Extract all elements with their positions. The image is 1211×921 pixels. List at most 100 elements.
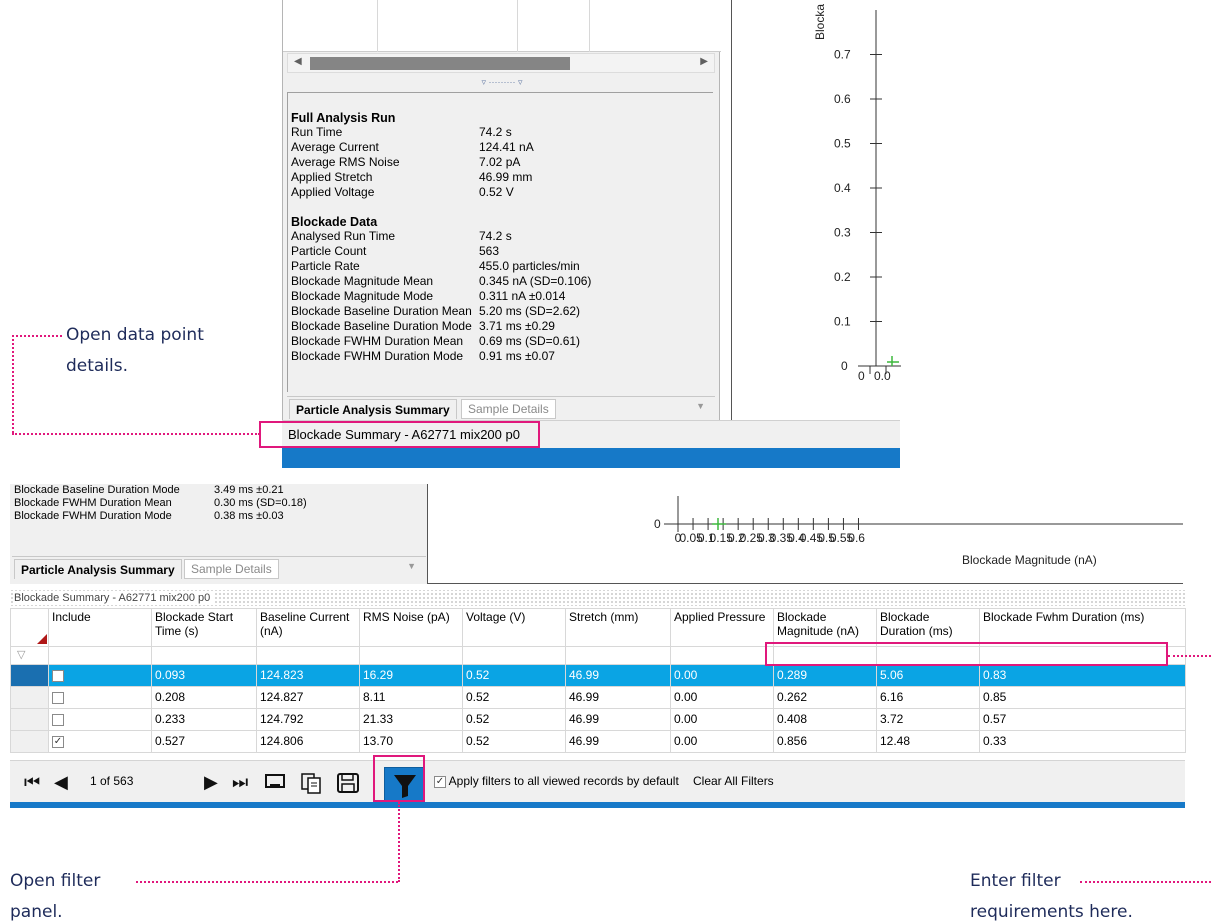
apply-filters-checkbox[interactable]: ✓ Apply filters to all viewed records by… — [434, 774, 679, 788]
horizontal-scrollbar[interactable]: ◀ ▶ — [287, 53, 715, 73]
table-cell[interactable]: 0.52 — [462, 686, 566, 709]
next-record-icon[interactable]: ▶ — [204, 772, 218, 792]
filter-input-cell[interactable] — [565, 646, 671, 665]
checkbox-icon[interactable] — [52, 669, 64, 682]
tab-particle-analysis-summary[interactable]: Particle Analysis Summary — [14, 559, 182, 579]
table-cell[interactable]: 0.00 — [670, 664, 774, 687]
table-cell[interactable]: 0.233 — [151, 708, 257, 731]
column-header[interactable]: Stretch (mm) — [565, 608, 671, 647]
summary-row: Blockade Baseline Duration Mean 5.20 ms (… — [291, 304, 713, 319]
column-header[interactable]: Blockade Duration (ms) — [876, 608, 980, 647]
table-cell[interactable]: 0.52 — [462, 730, 566, 753]
table-cell[interactable]: 0.208 — [151, 686, 257, 709]
include-cell[interactable] — [48, 708, 152, 731]
column-header[interactable]: Blockade Fwhm Duration (ms) — [979, 608, 1186, 647]
table-cell[interactable]: 0.00 — [670, 708, 774, 731]
table-cell[interactable]: 124.792 — [256, 708, 360, 731]
table-cell[interactable]: 12.48 — [876, 730, 980, 753]
table-cell[interactable]: 0.289 — [773, 664, 877, 687]
summary-row: Blockade Magnitude Mean 0.345 nA (SD=0.10… — [291, 274, 713, 289]
table-cell[interactable]: 0.83 — [979, 664, 1186, 687]
last-record-icon[interactable]: ⏭ — [232, 772, 248, 792]
table-cell[interactable]: 21.33 — [359, 708, 463, 731]
previous-record-icon[interactable]: ◀ — [54, 772, 68, 792]
summary-value: 46.99 mm — [479, 170, 533, 184]
filter-input-cell[interactable] — [670, 646, 774, 665]
tab-sample-details[interactable]: Sample Details — [461, 399, 556, 419]
chevron-down-icon[interactable]: ▼ — [696, 401, 705, 411]
table-row[interactable]: ✓ 0.527 124.806 13.70 0.52 46.99 0.00 0.856 12.4… — [10, 730, 1186, 753]
table-row[interactable]: 0.233 124.792 21.33 0.52 46.99 0.00 0.408 3.72 0… — [10, 708, 1186, 731]
table-cell[interactable]: 0.52 — [462, 708, 566, 731]
table-cell[interactable]: 0.093 — [151, 664, 257, 687]
callout-open-filter: Open filter panel. — [10, 871, 101, 921]
table-cell[interactable]: 5.06 — [876, 664, 980, 687]
table-row[interactable]: 0.093 124.823 16.29 0.52 46.99 0.00 0.289 5.06 0… — [10, 664, 1186, 687]
column-header[interactable]: Blockade Magnitude (nA) — [773, 608, 877, 647]
column-header[interactable]: Baseline Current (nA) — [256, 608, 360, 647]
column-header[interactable]: Voltage (V) — [462, 608, 566, 647]
table-cell[interactable]: 46.99 — [565, 708, 671, 731]
summary-value: 0.311 nA ±0.014 — [479, 289, 566, 303]
include-cell[interactable] — [48, 686, 152, 709]
table-cell[interactable]: 46.99 — [565, 730, 671, 753]
include-cell[interactable] — [48, 664, 152, 687]
table-cell[interactable]: 16.29 — [359, 664, 463, 687]
column-header[interactable]: Applied Pressure — [670, 608, 774, 647]
table-cell[interactable]: 0.408 — [773, 708, 877, 731]
highlight-status-box — [259, 421, 540, 448]
chevron-down-icon[interactable]: ▼ — [407, 561, 416, 571]
table-cell[interactable]: 0.57 — [979, 708, 1186, 731]
bottom-chart-xlabel: Blockade Magnitude (nA) — [962, 553, 1097, 567]
callout-line — [398, 802, 400, 882]
table-cell[interactable]: 13.70 — [359, 730, 463, 753]
tab-sample-details[interactable]: Sample Details — [184, 559, 279, 579]
row-indicator[interactable] — [10, 664, 49, 687]
checkbox-checked-icon[interactable]: ✓ — [52, 735, 64, 748]
copy-icon[interactable] — [300, 772, 322, 798]
details-view-icon[interactable] — [264, 772, 286, 796]
clear-all-filters-link[interactable]: Clear All Filters — [693, 774, 774, 788]
table-cell[interactable]: 0.527 — [151, 730, 257, 753]
splitter-handle[interactable]: ▿ ········· ▿ — [283, 74, 721, 90]
checkbox-icon[interactable] — [52, 713, 64, 726]
table-cell[interactable]: 0.262 — [773, 686, 877, 709]
table-cell[interactable]: 46.99 — [565, 664, 671, 687]
checkbox-icon[interactable] — [52, 691, 64, 704]
table-cell[interactable]: 0.856 — [773, 730, 877, 753]
table-cell[interactable]: 0.52 — [462, 664, 566, 687]
table-cell[interactable]: 0.00 — [670, 730, 774, 753]
first-record-icon[interactable]: ⏮ — [24, 772, 40, 792]
table-cell[interactable]: 8.11 — [359, 686, 463, 709]
table-cell[interactable]: 3.72 — [876, 708, 980, 731]
filter-input-cell[interactable] — [151, 646, 257, 665]
filter-input-cell[interactable] — [256, 646, 360, 665]
scroll-thumb[interactable] — [310, 57, 570, 70]
column-header[interactable]: Include — [48, 608, 152, 647]
table-row[interactable]: 0.208 124.827 8.11 0.52 46.99 0.00 0.262 6.16 0.… — [10, 686, 1186, 709]
table-cell[interactable]: 124.827 — [256, 686, 360, 709]
scroll-left-icon[interactable]: ◀ — [294, 56, 302, 67]
column-header[interactable]: RMS Noise (pA) — [359, 608, 463, 647]
row-indicator[interactable] — [10, 708, 49, 731]
include-cell[interactable]: ✓ — [48, 730, 152, 753]
summary-row: Average Current 124.41 nA — [291, 140, 713, 155]
scroll-right-icon[interactable]: ▶ — [700, 56, 708, 67]
filter-input-cell[interactable] — [48, 646, 152, 665]
row-indicator[interactable] — [10, 730, 49, 753]
table-cell[interactable]: 46.99 — [565, 686, 671, 709]
column-header[interactable]: Blockade Start Time (s) — [151, 608, 257, 647]
table-cell[interactable]: 0.00 — [670, 686, 774, 709]
row-indicator[interactable] — [10, 686, 49, 709]
save-icon[interactable] — [336, 772, 360, 798]
table-cell[interactable]: 124.823 — [256, 664, 360, 687]
table-cell[interactable]: 124.806 — [256, 730, 360, 753]
table-cell[interactable]: 0.33 — [979, 730, 1186, 753]
filter-input-cell[interactable] — [462, 646, 566, 665]
tab-particle-analysis-summary[interactable]: Particle Analysis Summary — [289, 399, 457, 419]
filter-input-cell[interactable] — [359, 646, 463, 665]
bottom-accent-bar — [10, 802, 1185, 808]
table-cell[interactable]: 0.85 — [979, 686, 1186, 709]
table-cell[interactable]: 6.16 — [876, 686, 980, 709]
top-chart-ytick: 0.1 — [834, 315, 851, 329]
